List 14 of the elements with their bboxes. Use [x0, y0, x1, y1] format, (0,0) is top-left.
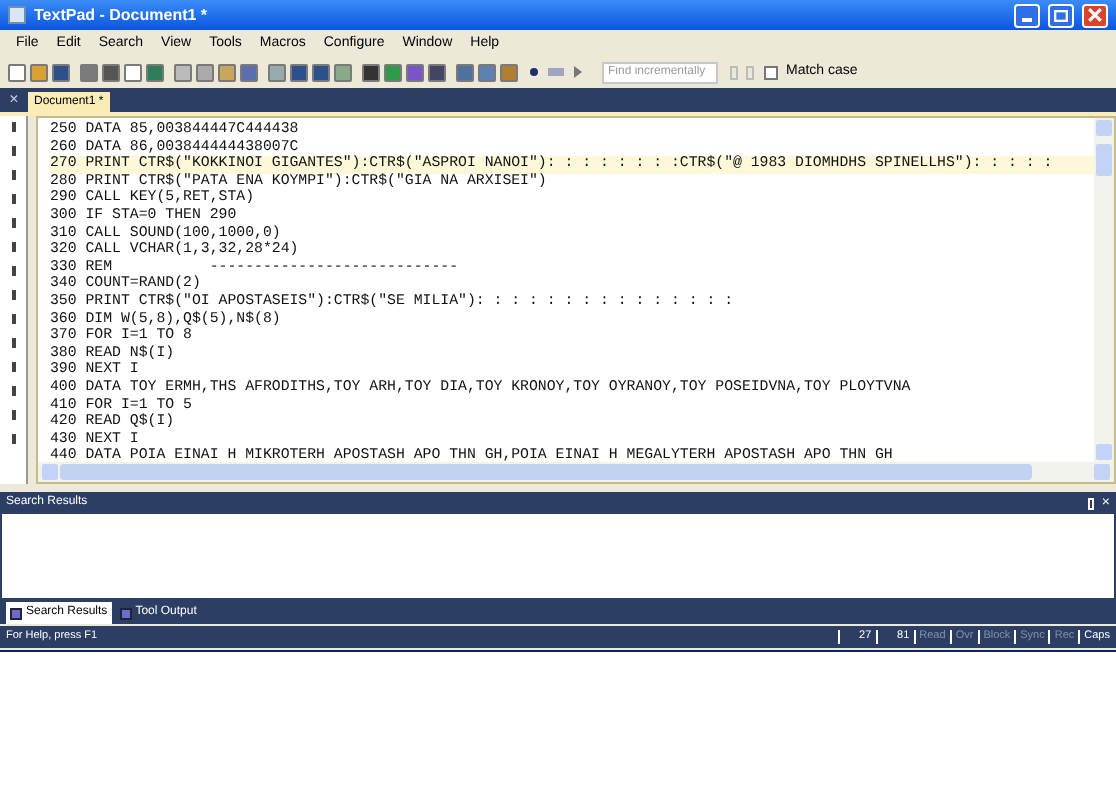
minimize-icon	[1022, 17, 1032, 21]
match-case-checkbox[interactable]	[764, 65, 778, 79]
minimize-button[interactable]	[1014, 3, 1040, 27]
record-icon[interactable]	[530, 68, 538, 76]
vertical-scrollbar[interactable]	[1094, 118, 1114, 462]
close-button[interactable]	[1082, 3, 1108, 27]
app-icon	[8, 6, 26, 24]
close-icon[interactable]: ×	[0, 88, 28, 112]
restore-icon	[1054, 9, 1068, 21]
horizontal-scrollbar[interactable]	[38, 462, 1114, 482]
close-icon	[1088, 8, 1102, 22]
restore-button[interactable]	[1048, 3, 1074, 27]
play-icon[interactable]	[574, 66, 582, 78]
window-title: TextPad - Document1 *	[34, 3, 208, 27]
